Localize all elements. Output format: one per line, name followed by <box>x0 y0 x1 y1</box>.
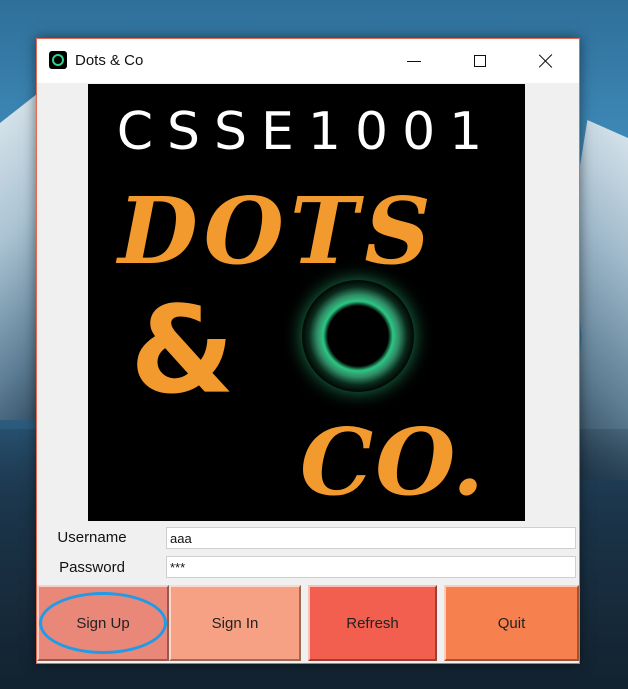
green-ring-icon <box>302 280 414 392</box>
logo-co-text: CO. <box>300 408 487 516</box>
username-input[interactable] <box>166 527 576 549</box>
app-window: Dots & Co CSSE1001 DOTS & CO. Username P… <box>36 38 580 664</box>
password-label: Password <box>59 559 125 576</box>
close-button[interactable] <box>523 39 569 83</box>
window-title: Dots & Co <box>75 52 144 69</box>
username-label: Username <box>57 529 127 546</box>
minimize-icon <box>407 60 421 62</box>
title-bar[interactable]: Dots & Co <box>37 39 579 83</box>
logo-dots-text: DOTS <box>118 177 437 285</box>
sign-up-button[interactable]: Sign Up <box>37 585 169 661</box>
game-logo: CSSE1001 DOTS & CO. <box>88 84 525 521</box>
password-input[interactable] <box>166 556 576 578</box>
close-icon <box>539 54 553 68</box>
refresh-button[interactable]: Refresh <box>308 585 437 661</box>
sign-in-button[interactable]: Sign In <box>169 585 301 661</box>
quit-button[interactable]: Quit <box>444 585 579 661</box>
app-icon <box>49 51 67 69</box>
logo-ampersand: & <box>130 282 235 421</box>
minimize-button[interactable] <box>391 39 437 83</box>
maximize-icon <box>474 55 486 67</box>
logo-course-code: CSSE1001 <box>116 102 497 162</box>
maximize-button[interactable] <box>457 39 503 83</box>
